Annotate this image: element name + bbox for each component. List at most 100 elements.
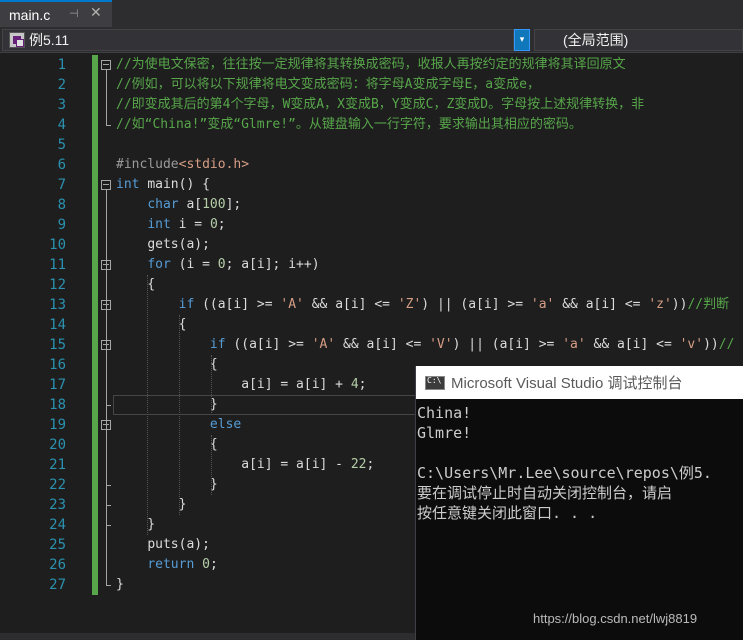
tab-title: main.c	[9, 6, 51, 23]
tab-main-c[interactable]: main.c ⊣ ✕	[0, 0, 112, 27]
code-line[interactable]: 15 if ((a[i] >= 'A' && a[i] <= 'V') || (…	[0, 335, 743, 355]
code-line[interactable]: 12 {	[0, 275, 743, 295]
collapse-icon[interactable]	[101, 60, 111, 70]
line-number: 8	[57, 197, 66, 213]
code-line[interactable]: 2 //例如，可以将以下规律将电文变成密码：将字母A变成字母E，a变成e，	[0, 75, 743, 95]
line-number: 17	[49, 377, 66, 393]
line-number: 20	[49, 437, 66, 453]
change-indicator	[92, 55, 98, 75]
fold-outline-end	[106, 525, 111, 526]
project-dropdown-button[interactable]: ▾	[514, 29, 530, 51]
line-number: 12	[49, 277, 66, 293]
code-text: if ((a[i] >= 'A' && a[i] <= 'V') || (a[i…	[209, 337, 735, 352]
change-indicator	[92, 335, 98, 355]
code-line[interactable]: 9 int i = 0;	[0, 215, 743, 235]
console-line: Glmre!	[417, 424, 472, 442]
change-indicator	[92, 215, 98, 235]
line-number: 3	[57, 97, 66, 113]
console-title-bar[interactable]: Microsoft Visual Studio 调试控制台	[416, 366, 743, 399]
console-line: 要在调试停止时自动关闭控制台，请启	[417, 484, 673, 502]
code-text: return 0;	[147, 557, 218, 572]
code-text: //如“China!”变成“Glmre!”。从键盘输入一行字符，要求输出其相应的…	[116, 117, 582, 132]
code-text: //即变成其后的第4个字母，W变成A，X变成B，Y变成C，Z变成D。字母按上述规…	[116, 97, 645, 112]
change-indicator	[92, 555, 98, 575]
code-text: a[i] = a[i] - 22;	[241, 457, 375, 472]
line-number: 15	[49, 337, 66, 353]
change-indicator	[92, 515, 98, 535]
change-indicator	[92, 115, 98, 135]
code-text: }	[116, 497, 187, 512]
change-indicator	[92, 315, 98, 335]
indent-guide	[211, 435, 212, 495]
change-indicator	[92, 275, 98, 295]
code-text: char a[100];	[147, 197, 242, 212]
change-indicator	[92, 95, 98, 115]
code-line[interactable]: 7 int main() {	[0, 175, 743, 195]
code-line[interactable]: 10 gets(a);	[0, 235, 743, 255]
line-number: 26	[49, 557, 66, 573]
code-text: for (i = 0; a[i]; i++)	[147, 257, 320, 272]
code-text: //例如，可以将以下规律将电文变成密码：将字母A变成字母E，a变成e，	[116, 77, 540, 92]
scope-selector[interactable]: (全局范围)	[534, 29, 743, 51]
code-text: //为使电文保密，往往按一定规律将其转换成密码，收报人再按约定的规律将其译回原文	[116, 57, 626, 72]
code-text: a[i] = a[i] + 4;	[241, 377, 367, 392]
fold-outline-end	[106, 585, 111, 586]
collapse-icon[interactable]	[101, 180, 111, 190]
status-strip	[0, 633, 415, 640]
code-text: {	[116, 317, 187, 332]
scope-name: (全局范围)	[563, 32, 629, 48]
document-tab-strip: main.c ⊣ ✕	[0, 0, 743, 27]
close-icon[interactable]: ✕	[90, 5, 102, 21]
code-line[interactable]: 5	[0, 135, 743, 155]
code-line[interactable]: 4 //如“China!”变成“Glmre!”。从键盘输入一行字符，要求输出其相应…	[0, 115, 743, 135]
pin-icon[interactable]: ⊣	[69, 7, 79, 20]
code-text: gets(a);	[147, 237, 210, 252]
code-line[interactable]: 1 //为使电文保密，往往按一定规律将其转换成密码，收报人再按约定的规律将其译回原…	[0, 55, 743, 75]
console-app-icon	[425, 375, 445, 390]
project-selector[interactable]: 例5.11	[2, 29, 514, 51]
line-number: 14	[49, 317, 66, 333]
code-text: int i = 0;	[147, 217, 226, 232]
line-number: 18	[49, 397, 66, 413]
line-number: 21	[49, 457, 66, 473]
change-indicator	[92, 355, 98, 375]
code-text: puts(a);	[147, 537, 210, 552]
line-number: 2	[57, 77, 66, 93]
change-indicator	[92, 455, 98, 475]
code-line[interactable]: 11 for (i = 0; a[i]; i++)	[0, 255, 743, 275]
line-number: 10	[49, 237, 66, 253]
fold-outline-end	[106, 125, 111, 126]
code-line[interactable]: 8 char a[100];	[0, 195, 743, 215]
line-number: 27	[49, 577, 66, 593]
code-text: {	[116, 437, 218, 452]
line-number: 11	[49, 257, 66, 273]
line-number: 7	[57, 177, 66, 193]
fold-outline	[106, 350, 107, 405]
code-text: }	[116, 577, 124, 592]
change-indicator	[92, 135, 98, 155]
change-indicator	[92, 435, 98, 455]
fold-outline	[106, 70, 107, 125]
code-text: }	[116, 517, 156, 532]
code-line[interactable]: 13 if ((a[i] >= 'A' && a[i] <= 'Z') || (…	[0, 295, 743, 315]
change-indicator	[92, 575, 98, 595]
debug-console-window[interactable]: Microsoft Visual Studio 调试控制台 China! Glm…	[415, 366, 743, 640]
console-output: China! Glmre! C:\Users\Mr.Lee\source\rep…	[417, 403, 743, 523]
change-indicator	[92, 75, 98, 95]
code-line[interactable]: 14 {	[0, 315, 743, 335]
project-icon	[9, 32, 25, 48]
code-text: }	[116, 477, 218, 492]
fold-outline-end	[106, 505, 111, 506]
line-number: 5	[57, 137, 66, 153]
fold-outline-end	[106, 405, 111, 406]
line-number: 25	[49, 537, 66, 553]
watermark: https://blog.csdn.net/lwj8819	[533, 611, 698, 626]
change-indicator	[92, 415, 98, 435]
line-number: 6	[57, 157, 66, 173]
change-indicator	[92, 375, 98, 395]
line-number: 23	[49, 497, 66, 513]
code-line[interactable]: 3 //即变成其后的第4个字母，W变成A，X变成B，Y变成C，Z变成D。字母按上述…	[0, 95, 743, 115]
code-line[interactable]: 6 #include<stdio.h>	[0, 155, 743, 175]
project-name: 例5.11	[29, 32, 70, 48]
